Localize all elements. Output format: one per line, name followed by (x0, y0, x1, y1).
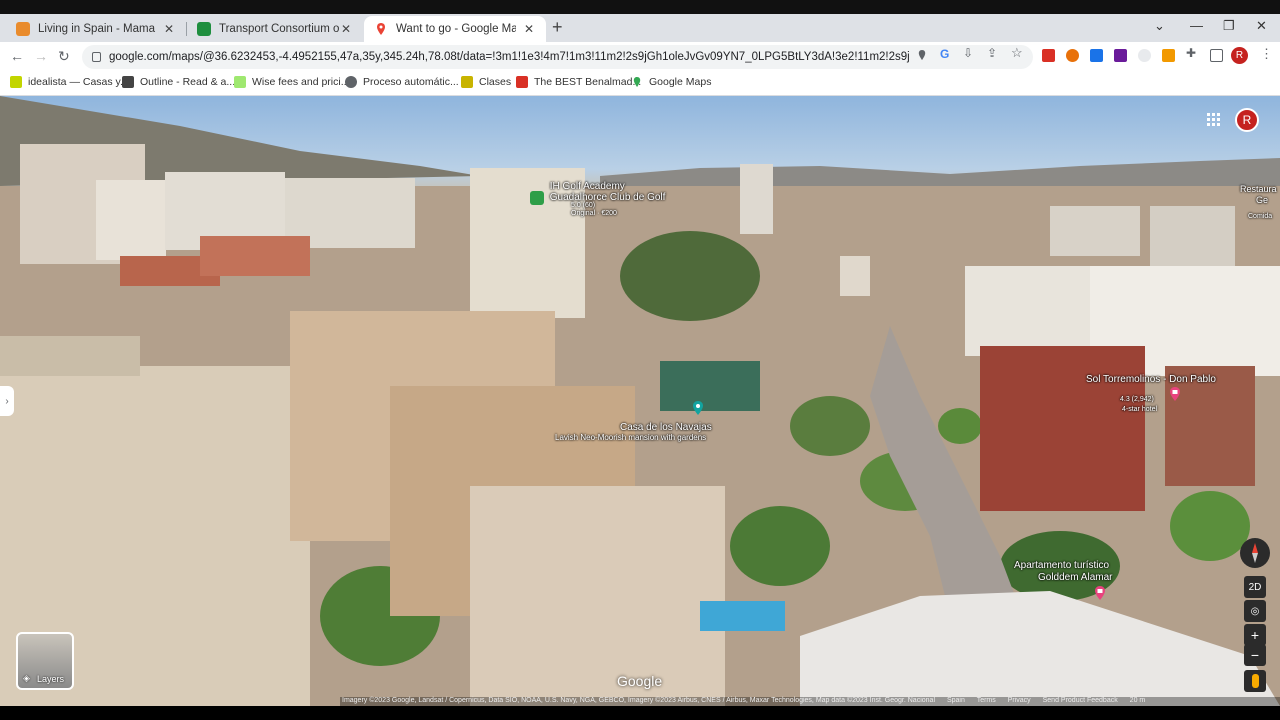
bookmark-extension-icon[interactable] (1090, 49, 1103, 62)
restaurant-cutoff-sub: Ge (1256, 195, 1269, 205)
scale-bar[interactable]: 20 m (1130, 697, 1146, 704)
address-bar[interactable]: google.com/maps/@36.6232453,-4.4952155,4… (82, 45, 1033, 69)
layers-icon: ◈ (23, 673, 30, 683)
fire-extension-icon[interactable] (1066, 49, 1079, 62)
mama-malaga-favicon-icon (16, 22, 30, 36)
wise-icon (234, 76, 246, 88)
restore-button[interactable]: ❐ (1223, 18, 1235, 34)
bookmark-wise[interactable]: Wise fees and prici... (234, 76, 349, 88)
zoom-out-button[interactable]: − (1244, 644, 1266, 666)
screen-bottom-edge (0, 706, 1280, 720)
google-apps-icon[interactable] (1207, 113, 1220, 126)
install-app-icon[interactable]: ⇩ (963, 46, 975, 60)
zoom-in-button[interactable]: + (1244, 624, 1266, 646)
reload-icon[interactable]: ↻ (58, 48, 70, 65)
hotel-pin-icon[interactable] (1168, 386, 1182, 402)
url-text: google.com/maps/@36.6232453,-4.4952155,4… (109, 51, 909, 63)
tab-transport-consortium[interactable]: Transport Consortium of Andalu ✕ (187, 16, 363, 42)
minimize-button[interactable]: — (1190, 18, 1203, 33)
compass-control[interactable] (1240, 538, 1270, 568)
tab-google-maps[interactable]: Want to go - Google Maps ✕ (364, 16, 546, 42)
casa-navajas-description: Lavish Neo-Moorish mansion with gardens (555, 433, 707, 442)
google-logo: Google (617, 673, 663, 689)
close-window-button[interactable]: ✕ (1256, 18, 1267, 34)
send-feedback-link[interactable]: Send Product Feedback (1043, 697, 1118, 704)
sol-torremolinos-type: 4-star hotel (1122, 406, 1158, 413)
browser-toolbar: ← → ↻ google.com/maps/@36.6232453,-4.495… (0, 42, 1280, 70)
close-tab-icon[interactable]: ✕ (162, 22, 176, 36)
layers-button[interactable]: ◈ Layers (16, 632, 74, 690)
forward-icon[interactable]: → (34, 48, 48, 64)
new-tab-button[interactable]: + (552, 17, 563, 38)
benalmadena-icon (516, 76, 528, 88)
terms-link[interactable]: Terms (977, 697, 996, 704)
toggle-2d-button[interactable]: 2D (1244, 576, 1266, 598)
map-attribution: Imagery ©2023 Google, Landsat / Copernic… (340, 697, 1280, 706)
bookmark-star-icon[interactable]: ☆ (1011, 45, 1023, 60)
place-casa-navajas[interactable]: Casa de los Navajas (620, 422, 712, 433)
layers-label: Layers (37, 674, 65, 684)
apartamento-turistico-name: Golddem Alamar (1038, 572, 1113, 583)
bus-favicon-icon (197, 22, 211, 36)
bookmark-google-maps[interactable]: Google Maps (631, 76, 711, 88)
close-tab-icon[interactable]: ✕ (339, 22, 353, 36)
bookmark-proceso[interactable]: Proceso automátic... (345, 76, 459, 88)
chrome-menu-icon[interactable]: ⋮ (1260, 46, 1273, 62)
globe-icon (345, 76, 357, 88)
bookmarks-bar: idealista — Casas y... Outline - Read & … (0, 70, 1280, 96)
amazon-extension-icon[interactable] (1162, 49, 1175, 62)
side-panel-icon[interactable] (1210, 49, 1223, 62)
restaurant-cutoff-type: Comida (1248, 213, 1273, 220)
lock-icon (92, 52, 101, 62)
browser-profile-avatar[interactable]: R (1231, 47, 1248, 64)
purple-extension-icon[interactable] (1114, 49, 1127, 62)
maps-pin-icon (633, 77, 641, 87)
tab-mama-malaga[interactable]: Living in Spain - Mama Málaga ✕ (6, 16, 186, 42)
apartment-pin-icon[interactable] (1093, 585, 1107, 601)
extensions-puzzle-icon[interactable]: ✚ (1186, 46, 1199, 60)
golf-price-text: Original · €200 (571, 210, 617, 217)
acrobat-extension-icon[interactable] (1042, 49, 1055, 62)
location-pin-icon[interactable] (916, 49, 928, 61)
google-translate-icon[interactable]: G (940, 47, 952, 61)
map-3d-viewport[interactable]: IH Golf Academy Guadalhorce Club de Golf… (0, 96, 1280, 706)
outline-icon (122, 76, 134, 88)
golf-rating-text: 5.0 (60) (571, 202, 596, 209)
tab-strip: Living in Spain - Mama Málaga ✕ Transpor… (0, 14, 1280, 42)
sol-torremolinos-rating: 4.3 (2,942) (1120, 396, 1154, 403)
place-apartamento-turistico[interactable]: Apartamento turístico (1014, 560, 1109, 571)
screen-top-edge (0, 0, 1280, 14)
close-tab-icon[interactable]: ✕ (522, 22, 536, 36)
clases-icon (461, 76, 473, 88)
region-link[interactable]: Spain (947, 697, 965, 704)
account-avatar[interactable]: R (1235, 108, 1259, 132)
bookmark-benalmadena[interactable]: The BEST Benalmad... (516, 76, 641, 88)
place-restaurant-cutoff[interactable]: Restaura (1240, 184, 1277, 194)
idealista-icon (10, 76, 22, 88)
bookmark-outline[interactable]: Outline - Read & a... (122, 76, 235, 88)
my-location-icon[interactable]: ◎ (1244, 600, 1266, 622)
compass-needle-icon (1252, 543, 1258, 563)
golf-icon (530, 191, 544, 205)
back-icon[interactable]: ← (10, 48, 24, 64)
tab-search-icon[interactable]: ⌄ (1154, 18, 1165, 34)
place-sol-torremolinos[interactable]: Sol Torremolinos - Don Pablo (1086, 374, 1216, 385)
gray-extension-icon[interactable] (1138, 49, 1151, 62)
share-icon[interactable]: ⇪ (987, 46, 999, 60)
privacy-link[interactable]: Privacy (1008, 697, 1031, 704)
pegman-icon[interactable] (1244, 670, 1266, 692)
casa-navajas-pin-icon[interactable] (691, 400, 705, 416)
expand-side-panel-button[interactable]: › (0, 386, 14, 416)
place-golf-academy[interactable]: IH Golf Academy Guadalhorce Club de Golf (530, 181, 680, 205)
bookmark-idealista[interactable]: idealista — Casas y... (10, 76, 129, 88)
bookmark-clases[interactable]: Clases (461, 76, 511, 88)
maps-pin-favicon-icon (377, 23, 385, 35)
